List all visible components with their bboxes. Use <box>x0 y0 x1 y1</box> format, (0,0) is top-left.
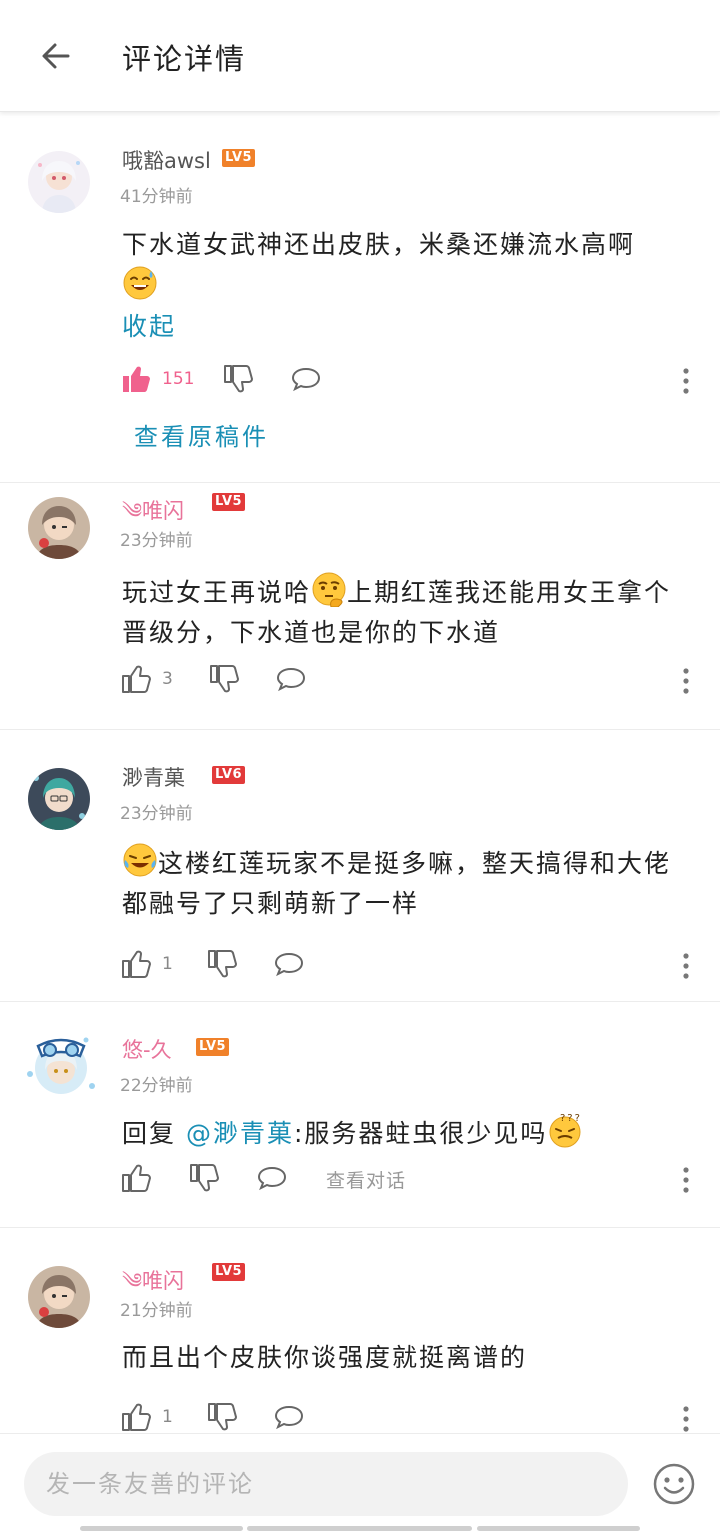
comment-actions: 1 <box>120 1401 690 1433</box>
comment-item: ༄唯闪 LV5 21分钟前 而且出个皮肤你谈强度就挺离谱的 1 <box>0 1228 720 1433</box>
avatar[interactable] <box>28 497 90 559</box>
thumbs-down-icon[interactable] <box>222 363 254 395</box>
arrow-left-icon[interactable] <box>34 34 78 78</box>
top-bar: 评论详情 <box>0 0 720 112</box>
page-title: 评论详情 <box>122 42 247 76</box>
avatar[interactable] <box>28 1266 90 1328</box>
comment-time: 21分钟前 <box>120 1301 193 1321</box>
nav-indicator <box>477 1526 640 1531</box>
username[interactable]: 悠-久 <box>122 1034 172 1064</box>
more-icon[interactable] <box>674 1401 698 1433</box>
thumbs-down-icon[interactable] <box>206 948 238 980</box>
avatar[interactable] <box>20 1024 102 1106</box>
smiley-face-icon[interactable] <box>652 1462 696 1506</box>
thumbs-up-icon[interactable] <box>120 948 152 980</box>
collapse-link[interactable]: 收起 <box>122 307 176 343</box>
thumbs-down-icon[interactable] <box>188 1162 220 1194</box>
comment-actions: 1 <box>120 948 690 984</box>
comment-item: ༄唯闪 LV5 23分钟前 玩过女王再说哈 上期红莲我还能用女王拿个晋级分，下水道… <box>0 483 720 730</box>
nav-indicator <box>80 1526 243 1531</box>
crying-laugh-emoji <box>122 842 158 878</box>
comment-text: 而且出个皮肤你谈强度就挺离谱的 <box>122 1343 528 1372</box>
thumbs-up-icon[interactable] <box>120 1401 152 1433</box>
more-icon[interactable] <box>674 663 698 699</box>
reply-icon[interactable] <box>273 1401 305 1433</box>
reply-icon[interactable] <box>290 363 322 395</box>
avatar[interactable] <box>28 768 90 830</box>
comment-text-part1: 玩过女王再说哈 <box>122 578 312 607</box>
view-conversation-link[interactable]: 查看对话 <box>326 1166 406 1193</box>
view-original-link[interactable]: 查看原稿件 <box>134 417 269 452</box>
like-count: 3 <box>162 669 173 689</box>
comment-text-body: 下水道女武神还出皮肤，米桑还嫌流水高啊 <box>122 230 636 259</box>
avatar[interactable] <box>28 151 90 213</box>
comment-time: 41分钟前 <box>120 187 193 207</box>
comment-text-body: 这楼红莲玩家不是挺多嘛，整天搞得和大佬都融号了只剩萌新了一样 <box>122 849 672 918</box>
thumbs-up-icon[interactable] <box>120 1162 152 1194</box>
like-count: 1 <box>162 954 173 974</box>
thumbs-down-icon[interactable] <box>208 663 240 695</box>
comment-item: 渺青菓 LV6 23分钟前 这楼红莲玩家不是挺多嘛，整天搞得和大佬都融号了只剩萌… <box>0 730 720 1002</box>
thumbs-up-icon[interactable] <box>120 363 152 395</box>
reply-icon[interactable] <box>275 663 307 695</box>
comment-text: 这楼红莲玩家不是挺多嘛，整天搞得和大佬都融号了只剩萌新了一样 <box>122 842 694 924</box>
thumbs-down-icon[interactable] <box>206 1401 238 1433</box>
reply-prefix: 回复 <box>122 1119 186 1148</box>
level-badge: LV6 <box>212 766 246 784</box>
level-badge: LV5 <box>222 149 256 167</box>
level-badge: LV5 <box>212 1263 246 1281</box>
comment-actions: 查看对话 <box>120 1162 690 1198</box>
comment-actions: 151 <box>120 363 690 399</box>
level-badge: LV5 <box>196 1038 230 1056</box>
sweat-smile-emoji <box>122 265 158 301</box>
more-icon[interactable] <box>674 363 698 399</box>
comment-item: 悠-久 LV5 22分钟前 回复 @渺青菓:服务器蛀虫很少见吗??? 查看对话 <box>0 1002 720 1228</box>
nav-indicator <box>247 1526 472 1531</box>
comment-time: 23分钟前 <box>120 804 193 824</box>
comment-text: 下水道女武神还出皮肤，米桑还嫌流水高啊 <box>122 225 694 307</box>
comment-item: 哦豁awsl LV5 41分钟前 下水道女武神还出皮肤，米桑还嫌流水高啊 收起 … <box>0 113 720 483</box>
comment-time: 22分钟前 <box>120 1076 193 1096</box>
more-icon[interactable] <box>674 948 698 984</box>
comment-actions: 3 <box>120 663 690 699</box>
username[interactable]: 哦豁awsl <box>122 145 211 175</box>
svg-text:???: ??? <box>560 1113 582 1124</box>
confused-emoji: ??? <box>547 1112 583 1148</box>
comment-text-body: :服务器蛀虫很少见吗 <box>293 1119 548 1148</box>
like-count: 151 <box>162 369 195 389</box>
username[interactable]: 渺青菓 <box>122 762 185 792</box>
like-count: 1 <box>162 1407 173 1427</box>
comment-input-bar <box>0 1433 720 1533</box>
mention-link[interactable]: @渺青菓 <box>186 1119 294 1148</box>
more-icon[interactable] <box>674 1162 698 1198</box>
reply-icon[interactable] <box>256 1162 288 1194</box>
comment-text: 玩过女王再说哈 上期红莲我还能用女王拿个晋级分，下水道也是你的下水道 <box>122 571 694 653</box>
thinking-emoji <box>311 571 347 608</box>
comment-input[interactable] <box>24 1452 628 1516</box>
reply-icon[interactable] <box>273 948 305 980</box>
comment-list[interactable]: 哦豁awsl LV5 41分钟前 下水道女武神还出皮肤，米桑还嫌流水高啊 收起 … <box>0 113 720 1433</box>
comment-time: 23分钟前 <box>120 531 193 551</box>
thumbs-up-icon[interactable] <box>120 663 152 695</box>
level-badge: LV5 <box>212 493 246 511</box>
comment-text: 回复 @渺青菓:服务器蛀虫很少见吗??? <box>122 1112 694 1154</box>
